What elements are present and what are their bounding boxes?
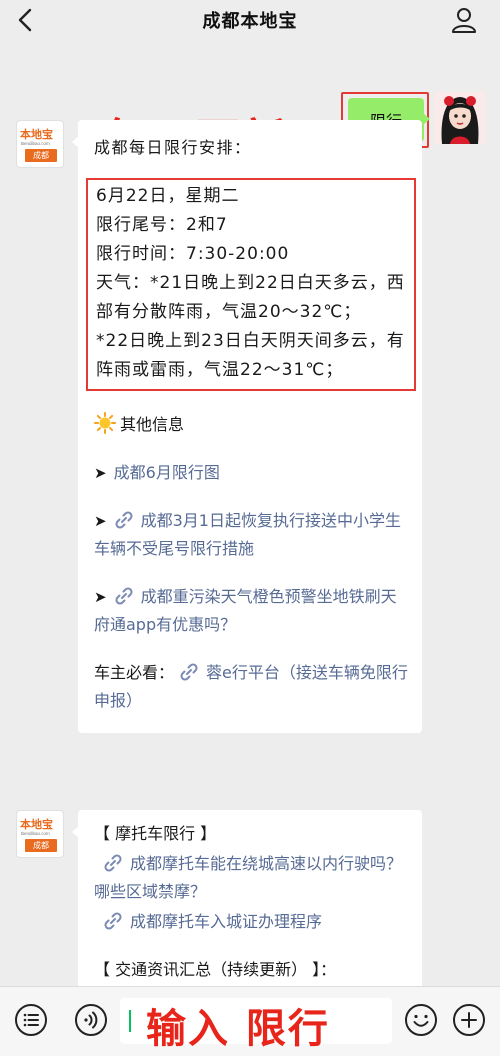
section-motorcycle: 【 摩托车限行 】: [94, 824, 217, 843]
logo-text: 本地宝: [20, 818, 53, 831]
arrow-icon: ➤: [94, 464, 107, 482]
link-item[interactable]: ➤ 成都3月1日起恢复执行接送中小学生车辆不受尾号限行措施: [94, 507, 408, 563]
top-bar: 成都本地宝: [0, 0, 500, 40]
logo-url: Bendibao.com: [21, 831, 50, 836]
owner-prefix: 车主必看：: [94, 663, 175, 682]
input-bar: 输入 限行: [0, 986, 500, 1056]
voice-icon[interactable]: [74, 1003, 108, 1037]
user-profile-icon[interactable]: [450, 6, 478, 34]
link-june-map[interactable]: 成都6月限行图: [114, 463, 220, 482]
link-chain-icon: [104, 854, 122, 872]
schedule-time: 限行时间：7:30-20:00: [96, 244, 290, 264]
logo-url: Bendibao.com: [21, 141, 50, 146]
schedule-weather-2: *22日晚上到23日白天阴天间多云，有阵雨或雷雨，气温22～31℃；: [96, 331, 405, 380]
link-school-vehicles[interactable]: 成都3月1日起恢复执行接送中小学生车辆不受尾号限行措施: [94, 511, 401, 558]
bot-avatar[interactable]: 本地宝 Bendibao.com 成都: [16, 810, 64, 858]
link-chain-icon: [115, 587, 133, 605]
incoming-message: 【 摩托车限行 】 成都摩托车能在绕城高速以内行驶吗？哪些区域禁摩？ 成都摩托车…: [72, 810, 422, 986]
link-chain-icon: [115, 511, 133, 529]
my-avatar[interactable]: [434, 92, 486, 144]
text-cursor: [129, 1010, 131, 1032]
girl-avatar-icon: [434, 92, 486, 144]
logo-text: 本地宝: [20, 128, 53, 141]
incoming-message: 成都每日限行安排： 6月22日，星期二 限行尾号：2和7 限行时间：7:30-2…: [72, 120, 422, 733]
link-pollution-metro[interactable]: 成都重污染天气橙色预警坐地铁刷天府通app有优惠吗？: [94, 587, 397, 634]
link-item[interactable]: 成都摩托车入城证办理程序: [94, 908, 408, 936]
arrow-icon: ➤: [94, 588, 107, 606]
owner-row: 车主必看： 蓉e行平台（接送车辆免限行申报）: [94, 659, 408, 715]
emoji-icon[interactable]: [404, 1003, 438, 1037]
link-motorcycle-ring-road[interactable]: 成都摩托车能在绕城高速以内行驶吗？哪些区域禁摩？: [94, 854, 402, 901]
link-chain-icon: [180, 663, 198, 681]
input-text: 输入 限行: [146, 1006, 330, 1052]
schedule-date: 6月22日，星期二: [96, 186, 240, 206]
schedule-tail-numbers: 限行尾号：2和7: [96, 215, 228, 235]
schedule-weather-1: 天气：*21日晚上到22日白天多云，西部有分散阵雨，气温20～32℃；: [96, 273, 405, 322]
logo-badge: 成都: [25, 149, 57, 162]
other-info-row: 其他信息: [94, 411, 408, 439]
schedule-box: 6月22日，星期二 限行尾号：2和7 限行时间：7:30-20:00 天气：*2…: [86, 178, 416, 391]
bot-avatar[interactable]: 本地宝 Bendibao.com 成都: [16, 120, 64, 168]
link-chain-icon: [104, 912, 122, 930]
link-motorcycle-permit[interactable]: 成都摩托车入城证办理程序: [130, 912, 322, 931]
logo-badge: 成都: [25, 839, 57, 852]
message-input[interactable]: 输入 限行: [120, 998, 392, 1052]
sun-icon: [94, 412, 116, 434]
menu-list-icon[interactable]: [14, 1003, 48, 1037]
arrow-icon: ➤: [94, 512, 107, 530]
message-heading: 成都每日限行安排：: [94, 138, 252, 157]
link-item[interactable]: ➤ 成都6月限行图: [94, 459, 408, 487]
chat-area[interactable]: 每日更新 限行 本地宝 Bendibao.com 成都 成都每日限行安排： 6月…: [0, 40, 500, 986]
other-info-label: 其他信息: [120, 415, 185, 434]
plus-icon[interactable]: [452, 1003, 486, 1037]
link-item[interactable]: ➤ 成都重污染天气橙色预警坐地铁刷天府通app有优惠吗？: [94, 583, 408, 639]
chat-title: 成都本地宝: [202, 11, 298, 32]
back-arrow-icon[interactable]: [14, 6, 38, 34]
link-item[interactable]: 成都摩托车能在绕城高速以内行驶吗？哪些区域禁摩？: [94, 850, 408, 906]
section-traffic-news: 【 交通资讯汇总（持续更新） 】：: [94, 960, 337, 979]
